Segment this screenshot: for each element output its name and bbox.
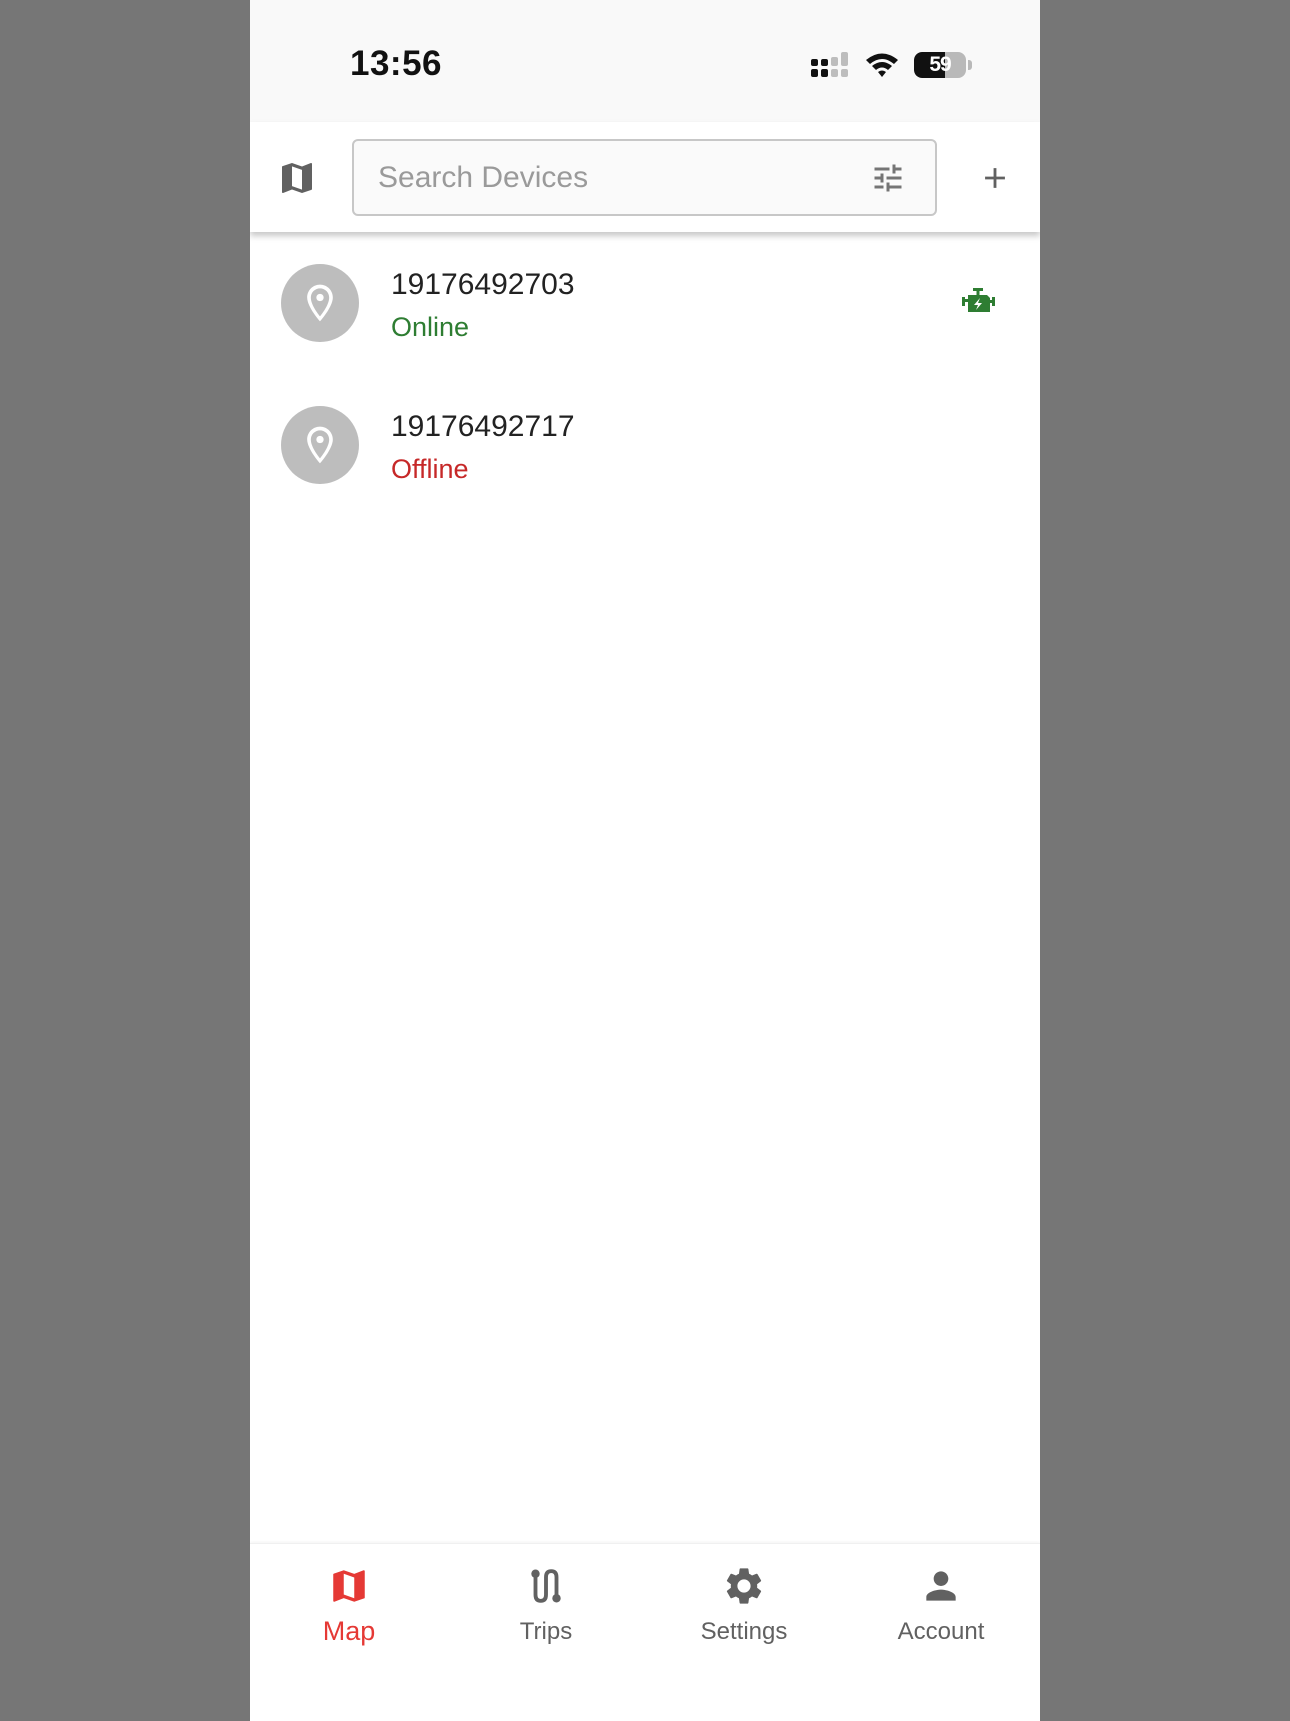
nav-item-account[interactable]: Account bbox=[842, 1564, 1040, 1664]
search-box bbox=[352, 139, 937, 216]
device-avatar bbox=[281, 264, 359, 342]
cellular-signal-icon bbox=[811, 52, 848, 77]
nav-item-map[interactable]: Map bbox=[250, 1564, 448, 1664]
plus-icon bbox=[985, 168, 1005, 188]
filter-button[interactable] bbox=[869, 160, 907, 196]
nav-item-trips[interactable]: Trips bbox=[447, 1564, 645, 1664]
device-name: 19176492717 bbox=[391, 410, 575, 443]
nav-label-settings: Settings bbox=[700, 1618, 788, 1645]
location-pin-icon bbox=[307, 426, 333, 464]
add-device-button[interactable] bbox=[972, 155, 1018, 201]
battery-icon: 59 bbox=[914, 52, 966, 78]
wifi-icon bbox=[866, 53, 898, 77]
tune-icon bbox=[874, 164, 902, 192]
device-avatar bbox=[281, 406, 359, 484]
nav-label-trips: Trips bbox=[519, 1618, 573, 1645]
map-icon bbox=[282, 163, 312, 193]
nav-label-map: Map bbox=[322, 1616, 376, 1646]
device-status: Offline bbox=[391, 454, 469, 484]
nav-item-settings[interactable]: Settings bbox=[645, 1564, 843, 1664]
nav-label-account: Account bbox=[897, 1618, 985, 1645]
top-app-bar bbox=[250, 122, 1040, 232]
engine-icon bbox=[962, 288, 995, 312]
device-list-item[interactable]: 19176492703 Online bbox=[250, 232, 1040, 374]
gear-icon bbox=[726, 1568, 762, 1604]
device-name: 19176492703 bbox=[391, 268, 575, 301]
status-bar: 13:56 59 bbox=[250, 0, 1040, 122]
search-input[interactable] bbox=[378, 141, 848, 214]
device-list: 19176492703 Online 19176492717 Offline bbox=[250, 232, 1040, 516]
battery-percentage: 59 bbox=[929, 53, 951, 76]
location-pin-icon bbox=[307, 284, 333, 322]
route-icon bbox=[531, 1569, 561, 1603]
person-icon bbox=[926, 1571, 956, 1601]
map-toggle-button[interactable] bbox=[274, 155, 320, 201]
device-list-item[interactable]: 19176492717 Offline bbox=[250, 374, 1040, 516]
status-time: 13:56 bbox=[350, 44, 443, 83]
app-screen: 13:56 59 Search Devices 19176492703 Onli… bbox=[250, 0, 1040, 1721]
status-icons: 59 bbox=[810, 48, 972, 82]
battery-nub bbox=[968, 60, 972, 70]
bottom-navigation: Map Trips Settings Account bbox=[250, 1543, 1040, 1721]
device-status: Online bbox=[391, 312, 470, 342]
map-icon bbox=[333, 1570, 365, 1602]
